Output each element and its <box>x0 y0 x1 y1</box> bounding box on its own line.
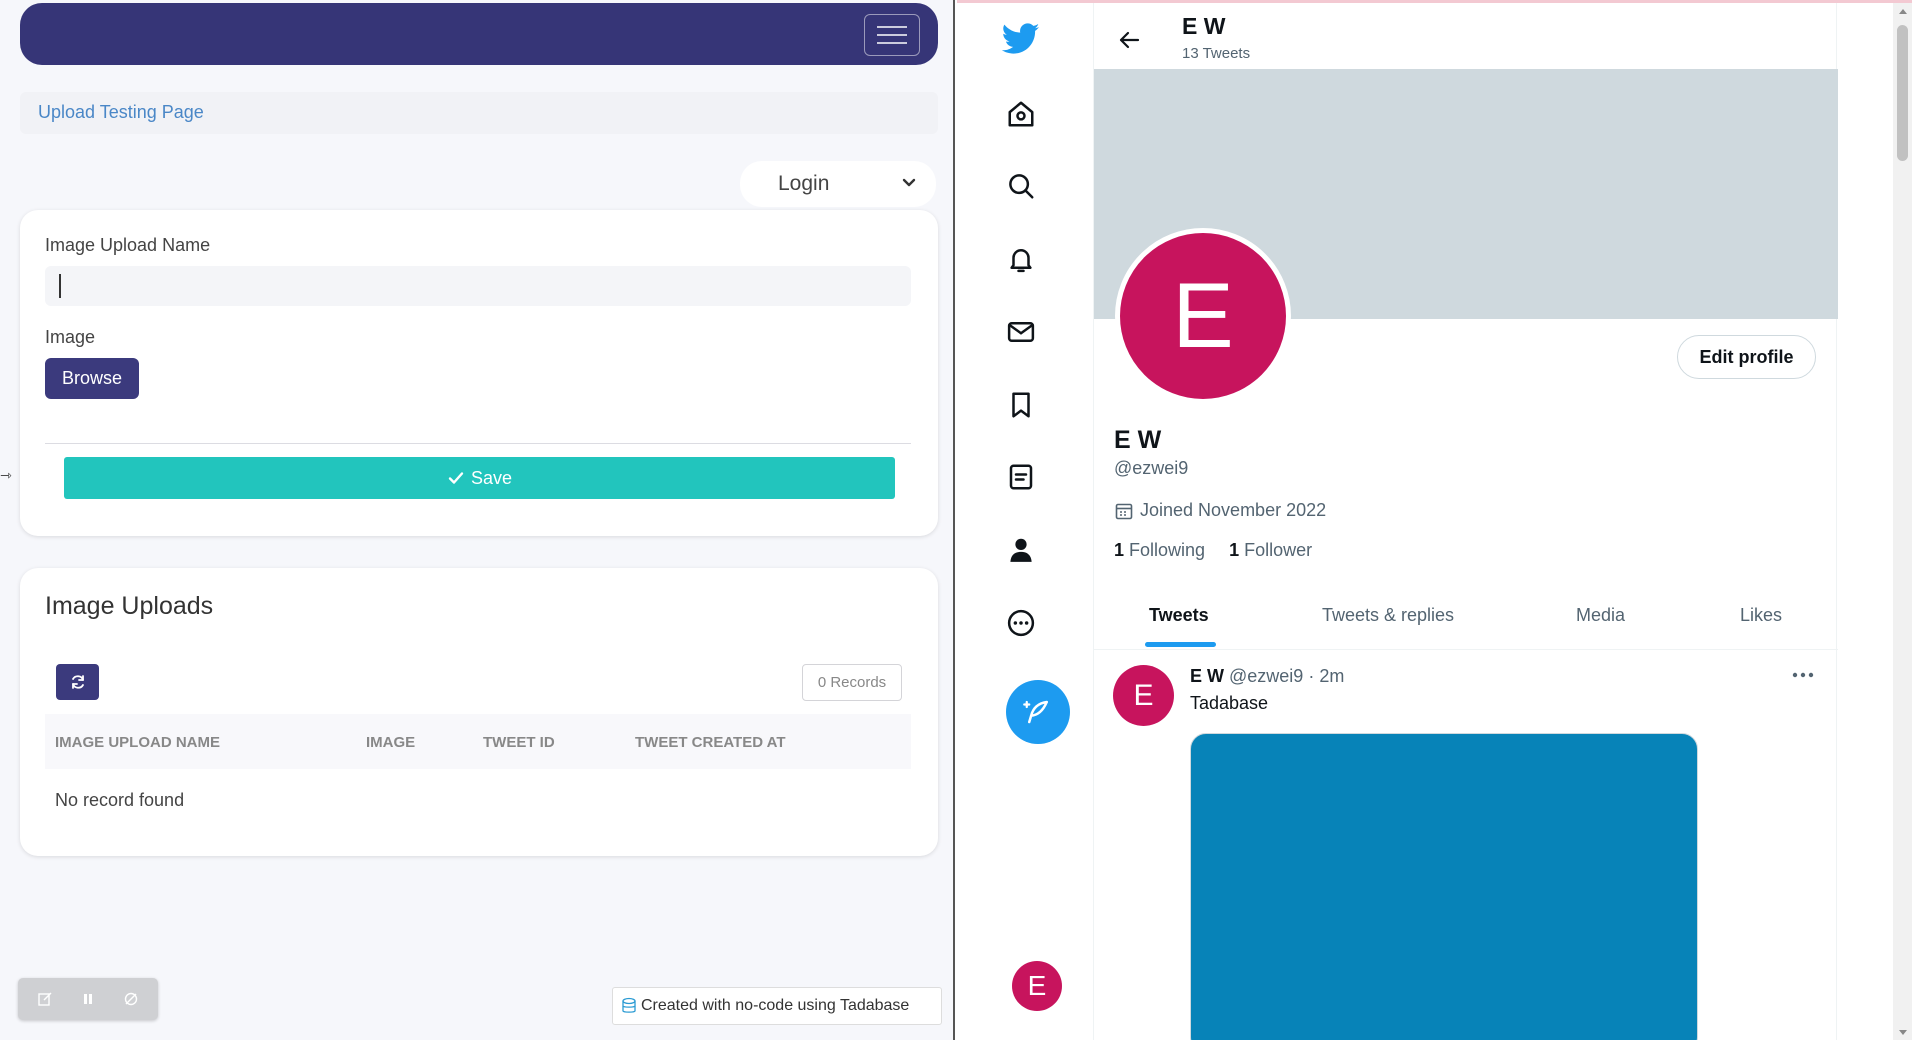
refresh-icon <box>71 675 84 689</box>
following-label: Following <box>1129 540 1206 560</box>
tweet-author-name[interactable]: E W <box>1190 666 1224 686</box>
check-icon <box>448 472 464 484</box>
tab-tweets-and-replies[interactable]: Tweets & replies <box>1322 605 1454 626</box>
profile-tabs: Tweets Tweets & replies Media Likes <box>1094 590 1838 650</box>
pause-icon[interactable] <box>77 988 99 1010</box>
settings-icon[interactable] <box>120 988 142 1010</box>
image-label: Image <box>45 327 96 347</box>
header-profile-name: E W <box>1182 13 1226 39</box>
image-upload-name-label: Image Upload Name <box>45 235 211 255</box>
table-header: IMAGE UPLOAD NAME IMAGE TWEET ID TWEET C… <box>45 714 911 769</box>
more-circle-icon[interactable] <box>1001 603 1041 643</box>
search-icon[interactable] <box>1001 166 1041 206</box>
image-upload-name-input[interactable] <box>45 266 911 306</box>
tab-media[interactable]: Media <box>1576 605 1625 626</box>
upload-form-card: Image Upload Name Image Browse Save <box>20 210 938 536</box>
tadabase-credit-text: Created with no-code using Tadabase <box>641 997 910 1014</box>
tweet-handle-time: @ezwei9 · 2m <box>1229 666 1345 686</box>
edit-profile-button[interactable]: Edit profile <box>1677 335 1816 379</box>
account-avatar[interactable]: E <box>1012 961 1062 1011</box>
calendar-icon <box>1115 503 1133 519</box>
cursor-icon: ⇾ <box>0 467 12 483</box>
twitter-pane: E E W 13 Tweets E Edit profile E W @ezwe… <box>957 0 1912 1040</box>
compose-feather-icon <box>1023 700 1048 724</box>
mail-icon[interactable] <box>1001 312 1041 352</box>
follow-stats: 1 Following 1 Follower <box>1114 540 1312 561</box>
page-scrollbar[interactable] <box>1893 3 1912 1040</box>
list-icon[interactable] <box>1001 457 1041 497</box>
followers-count: 1 <box>1229 540 1240 560</box>
column-header-tweet-created-at[interactable]: TWEET CREATED AT <box>635 734 786 751</box>
profile-main-column: E W 13 Tweets E Edit profile E W @ezwei9… <box>1093 3 1838 1040</box>
scroll-thumb[interactable] <box>1897 25 1908 161</box>
screen: Upload Testing Page Login Image Upload N… <box>0 0 1912 1040</box>
tab-tweets[interactable]: Tweets <box>1149 605 1209 626</box>
browse-button[interactable]: Browse <box>45 358 139 399</box>
bell-icon[interactable] <box>1001 239 1041 279</box>
login-dropdown[interactable]: Login <box>740 161 936 207</box>
top-navbar <box>20 3 938 65</box>
scroll-down-arrow-icon[interactable] <box>1899 1030 1907 1035</box>
bookmark-icon[interactable] <box>1001 385 1041 425</box>
login-dropdown-label: Login <box>778 172 830 195</box>
joined-text: Joined November 2022 <box>1140 500 1327 520</box>
form-divider <box>45 443 911 444</box>
tweet-text: Tadabase <box>1190 693 1269 713</box>
more-horizontal-icon[interactable] <box>1788 663 1818 687</box>
tweet-author-avatar[interactable]: E <box>1113 665 1174 726</box>
breadcrumb-link[interactable]: Upload Testing Page <box>38 102 204 123</box>
following-count: 1 <box>1114 540 1125 560</box>
joined-date: Joined November 2022 <box>1114 500 1326 521</box>
home-icon[interactable] <box>1001 94 1041 134</box>
back-arrow-icon[interactable] <box>1114 25 1144 55</box>
following-link[interactable]: 1 Following <box>1114 540 1205 561</box>
tab-likes[interactable]: Likes <box>1740 605 1782 626</box>
profile-avatar[interactable]: E <box>1115 228 1291 404</box>
database-icon <box>622 997 636 1013</box>
empty-table-message: No record found <box>55 790 185 810</box>
followers-link[interactable]: 1 Follower <box>1229 540 1312 561</box>
twitter-nav-rail: E <box>957 3 1092 1040</box>
save-button[interactable]: Save <box>64 457 895 499</box>
profile-name: E W <box>1114 426 1162 454</box>
tweet-media-image[interactable] <box>1190 733 1698 1040</box>
save-button-label: Save <box>470 467 513 488</box>
header-tweet-count: 13 Tweets <box>1182 45 1251 62</box>
profile-icon[interactable] <box>1001 530 1041 570</box>
tweet-item[interactable]: E E W @ezwei9 · 2m Tadabase <box>1094 651 1838 1040</box>
scroll-up-arrow-icon[interactable] <box>1899 9 1907 14</box>
tadabase-credit-badge[interactable]: Created with no-code using Tadabase <box>612 987 942 1025</box>
column-header-tweet-id[interactable]: TWEET ID <box>483 734 555 751</box>
edit-icon[interactable] <box>34 988 56 1010</box>
active-tab-indicator <box>1145 642 1216 647</box>
followers-label: Follower <box>1244 540 1313 560</box>
chevron-down-icon <box>902 178 916 187</box>
column-header-image-upload-name[interactable]: IMAGE UPLOAD NAME <box>55 734 220 751</box>
tadabase-app-pane: Upload Testing Page Login Image Upload N… <box>0 0 955 1040</box>
tweet-meta: E W @ezwei9 · 2m <box>1190 666 1344 687</box>
hamburger-icon[interactable] <box>864 14 920 56</box>
image-uploads-title: Image Uploads <box>45 592 214 620</box>
text-caret <box>59 274 61 298</box>
breadcrumb: Upload Testing Page <box>20 92 938 134</box>
image-uploads-card: Image Uploads 0 Records IMAGE UPLOAD NAM… <box>20 568 938 856</box>
column-header-image[interactable]: IMAGE <box>366 734 415 751</box>
twitter-logo-icon[interactable] <box>1001 19 1041 59</box>
profile-handle: @ezwei9 <box>1114 458 1189 478</box>
refresh-button[interactable] <box>56 664 99 700</box>
records-count-badge: 0 Records <box>802 664 902 701</box>
recorder-toolbar <box>18 978 158 1020</box>
compose-tweet-button[interactable] <box>1006 680 1070 744</box>
